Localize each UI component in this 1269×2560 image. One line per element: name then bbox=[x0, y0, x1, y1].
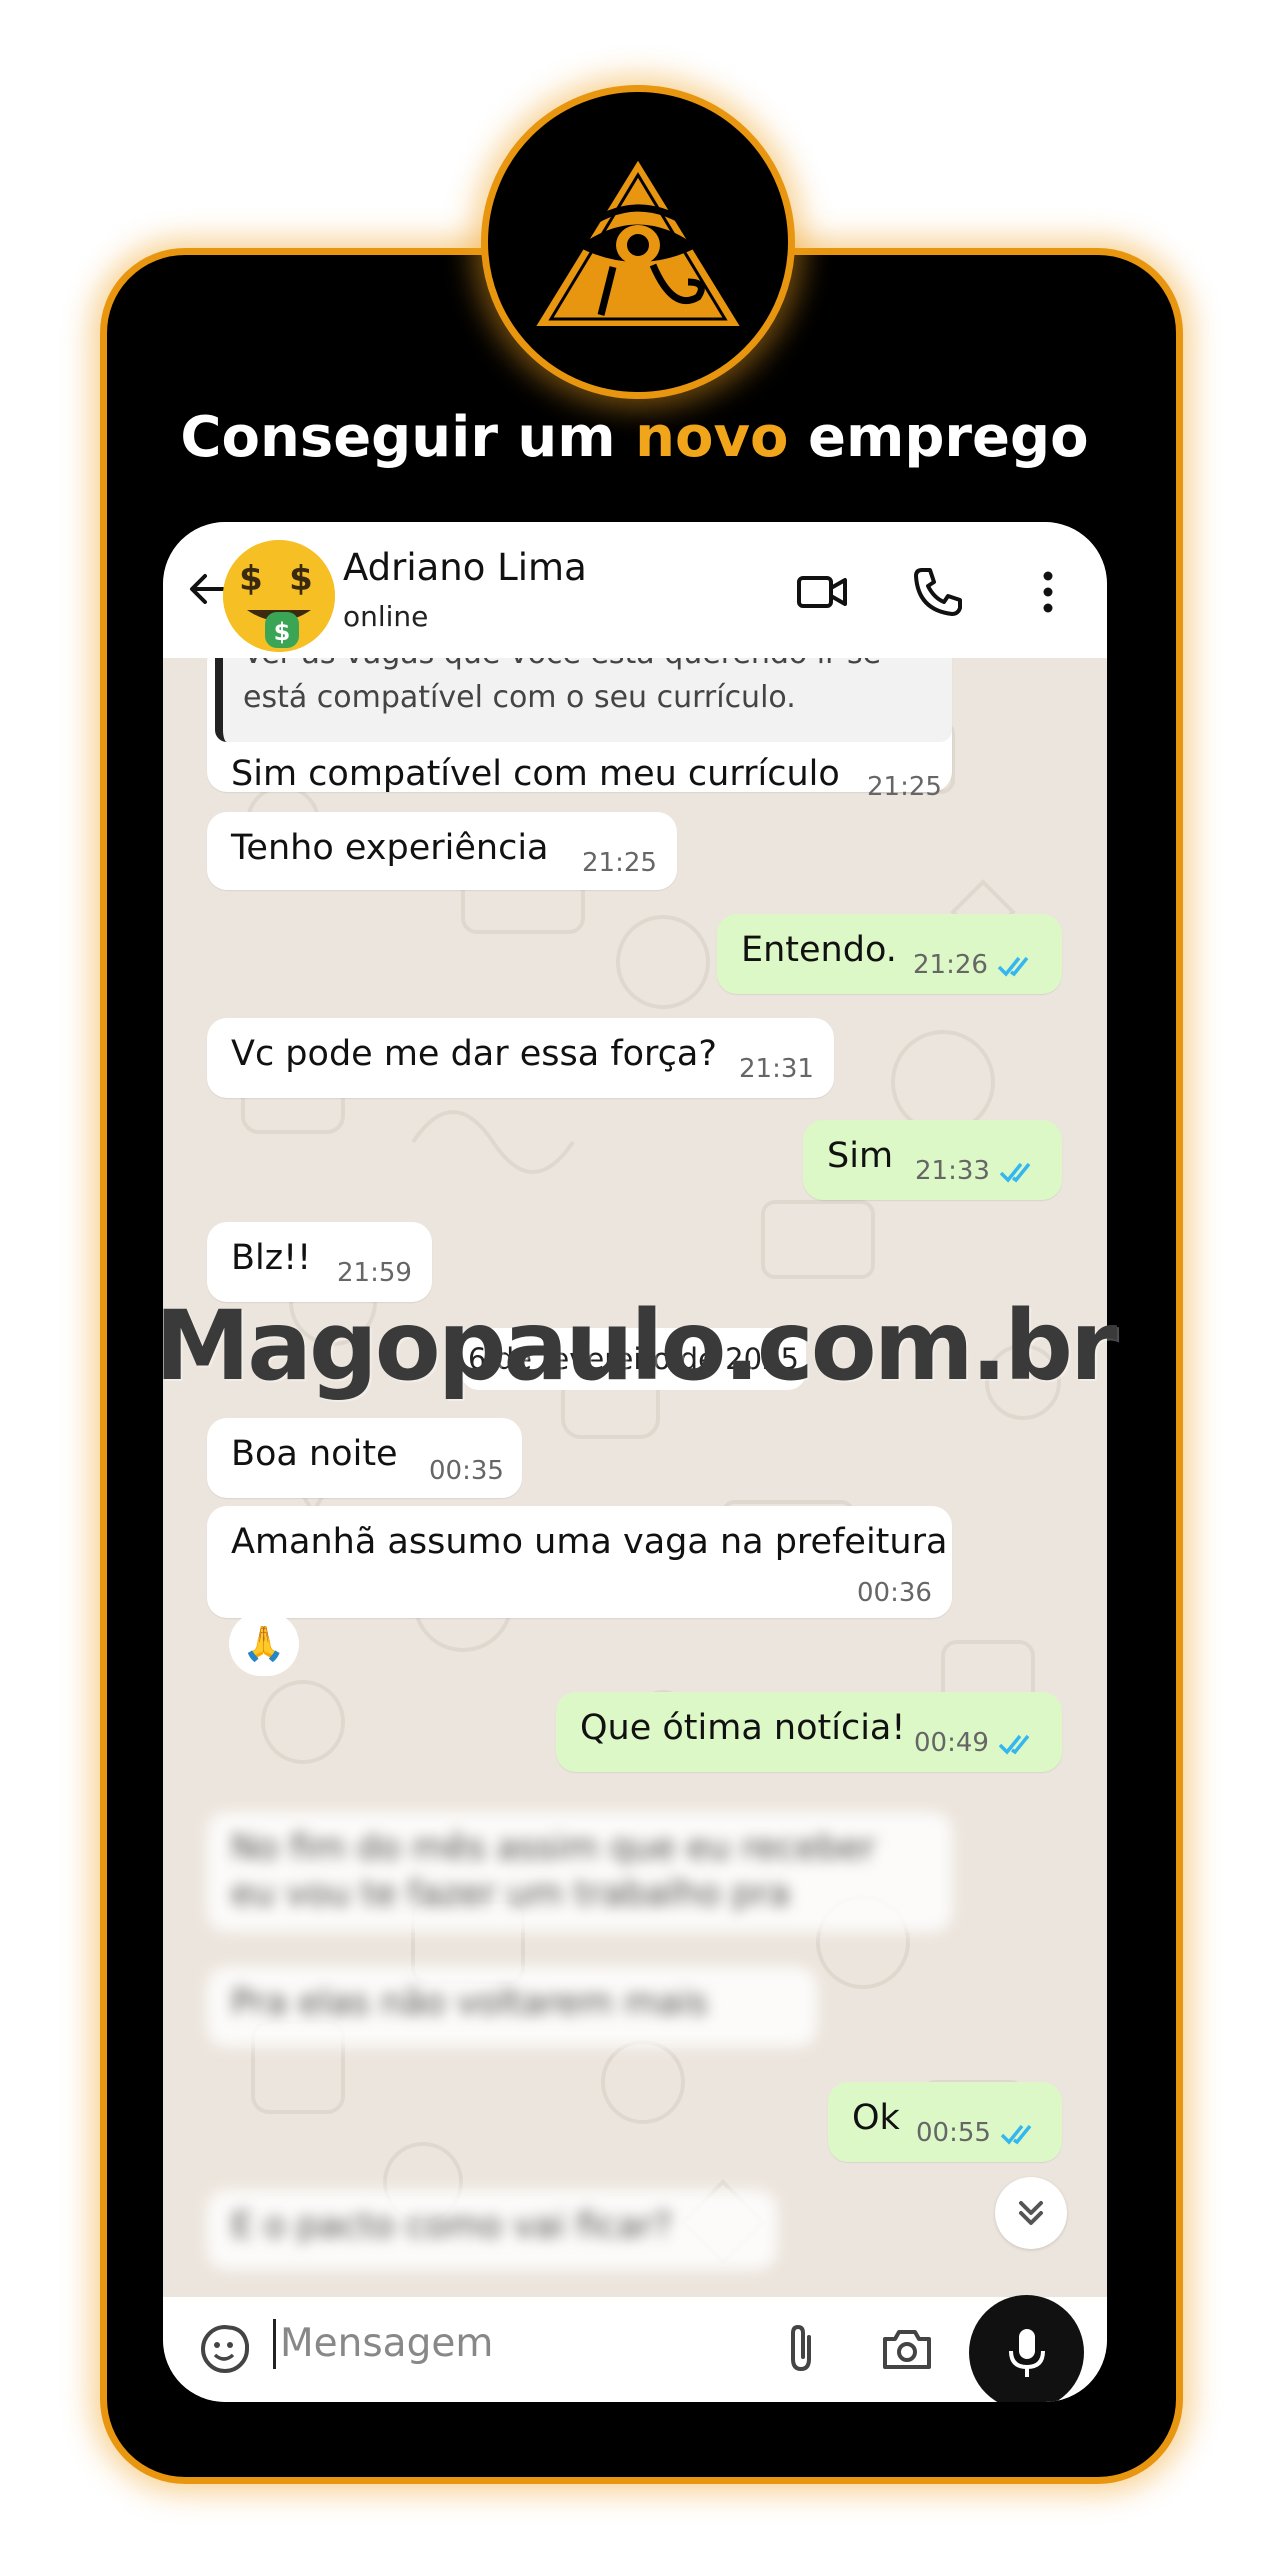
message-input-bar: Mensagem bbox=[163, 2297, 1107, 2402]
message-time: 21:59 bbox=[337, 1258, 412, 1288]
message-time: 21:25 bbox=[867, 772, 942, 802]
message-time: 21:31 bbox=[739, 1054, 814, 1084]
read-receipt-icon bbox=[999, 1162, 1031, 1183]
message-time: 00:55 bbox=[916, 2118, 991, 2148]
contact-avatar[interactable]: $ $ $ bbox=[223, 540, 335, 652]
sticker-emoji-icon[interactable] bbox=[197, 2321, 253, 2377]
svg-text:$: $ bbox=[239, 559, 263, 599]
message-incoming[interactable]: Tenho experiência 21:25 bbox=[207, 812, 677, 890]
pyramid-eye-icon bbox=[525, 149, 751, 332]
chat-screen: $ $ $ Adriano Lima online Ver as vagas q… bbox=[163, 522, 1107, 2402]
blurred-text: Pra elas não voltarem mais bbox=[231, 1983, 708, 2023]
quoted-line-2: está compatível com o seu currículo. bbox=[243, 680, 796, 715]
voice-message-button[interactable] bbox=[969, 2295, 1084, 2402]
blurred-message: No fim do mês assim que eu receber eu vo… bbox=[207, 1812, 952, 1932]
double-chevron-down-icon bbox=[1019, 2201, 1043, 2225]
contact-name[interactable]: Adriano Lima bbox=[343, 546, 587, 589]
read-receipt-icon bbox=[998, 1734, 1030, 1755]
message-text: Ok bbox=[852, 2098, 900, 2138]
eye-of-horus-logo bbox=[481, 85, 795, 399]
chat-header: $ $ $ Adriano Lima online bbox=[163, 522, 1107, 658]
watermark: Magopaulo.com.br bbox=[154, 1290, 1118, 1402]
message-text: Vc pode me dar essa força? bbox=[231, 1034, 717, 1074]
headline-part1: Conseguir um bbox=[180, 405, 636, 470]
message-time: 21:33 bbox=[915, 1156, 990, 1186]
message-text: Boa noite bbox=[231, 1434, 398, 1474]
contact-status: online bbox=[343, 600, 429, 633]
message-text: Sim compatível com meu currículo bbox=[231, 754, 840, 794]
message-input[interactable]: Mensagem bbox=[273, 2319, 493, 2369]
phone-call-icon[interactable] bbox=[908, 562, 968, 622]
message-time: 00:49 bbox=[914, 1728, 989, 1758]
message-reaction[interactable]: 🙏 bbox=[229, 1612, 299, 1676]
headline-highlight: novo bbox=[635, 405, 789, 470]
message-time: 00:36 bbox=[857, 1578, 932, 1608]
headline-part2: emprego bbox=[788, 405, 1089, 470]
message-time: 21:26 bbox=[913, 950, 988, 980]
message-text: Amanhã assumo uma vaga na prefeitura bbox=[231, 1522, 948, 1562]
svg-text:$: $ bbox=[289, 559, 313, 599]
message-text: Sim bbox=[827, 1136, 894, 1176]
blurred-message: Pra elas não voltarem mais bbox=[207, 1967, 817, 2047]
message-text: Tenho experiência bbox=[231, 828, 549, 868]
message-outgoing[interactable]: Entendo. 21:26 bbox=[717, 914, 1062, 994]
message-text: Blz!! bbox=[231, 1238, 312, 1278]
blurred-text: No fim do mês assim que eu receber bbox=[231, 1828, 876, 1868]
blurred-message: E o pacto como vai ficar? bbox=[207, 2190, 777, 2270]
blurred-text: E o pacto como vai ficar? bbox=[231, 2206, 672, 2246]
money-mouth-face-icon: $ $ $ bbox=[223, 540, 335, 652]
scroll-to-bottom-button[interactable] bbox=[995, 2177, 1067, 2249]
svg-text:$: $ bbox=[274, 618, 291, 646]
attachment-icon[interactable] bbox=[771, 2319, 831, 2379]
headline: Conseguir um novo emprego bbox=[0, 405, 1269, 470]
video-call-icon[interactable] bbox=[793, 562, 853, 622]
microphone-icon bbox=[1008, 2328, 1045, 2377]
message-text: Que ótima notícia! bbox=[580, 1708, 906, 1748]
message-incoming[interactable]: Amanhã assumo uma vaga na prefeitura 00:… bbox=[207, 1506, 952, 1618]
read-receipt-icon bbox=[997, 956, 1029, 977]
message-outgoing[interactable]: Ok 00:55 bbox=[828, 2082, 1062, 2162]
message-incoming[interactable]: Ver as vagas que você está querendo ir s… bbox=[207, 642, 952, 802]
message-text: Entendo. bbox=[741, 930, 897, 970]
message-outgoing[interactable]: Sim 21:33 bbox=[803, 1120, 1062, 1200]
read-receipt-icon bbox=[1000, 2124, 1032, 2145]
message-incoming[interactable]: Vc pode me dar essa força? 21:31 bbox=[207, 1018, 834, 1098]
camera-icon[interactable] bbox=[877, 2319, 937, 2379]
message-outgoing[interactable]: Que ótima notícia! 00:49 bbox=[556, 1692, 1062, 1772]
blurred-text: eu vou te fazer um trabalho pra bbox=[231, 1874, 790, 1914]
message-incoming[interactable]: Boa noite 00:35 bbox=[207, 1418, 522, 1498]
more-options-icon[interactable] bbox=[1018, 562, 1078, 622]
message-time: 00:35 bbox=[429, 1456, 504, 1486]
message-time: 21:25 bbox=[582, 848, 657, 878]
